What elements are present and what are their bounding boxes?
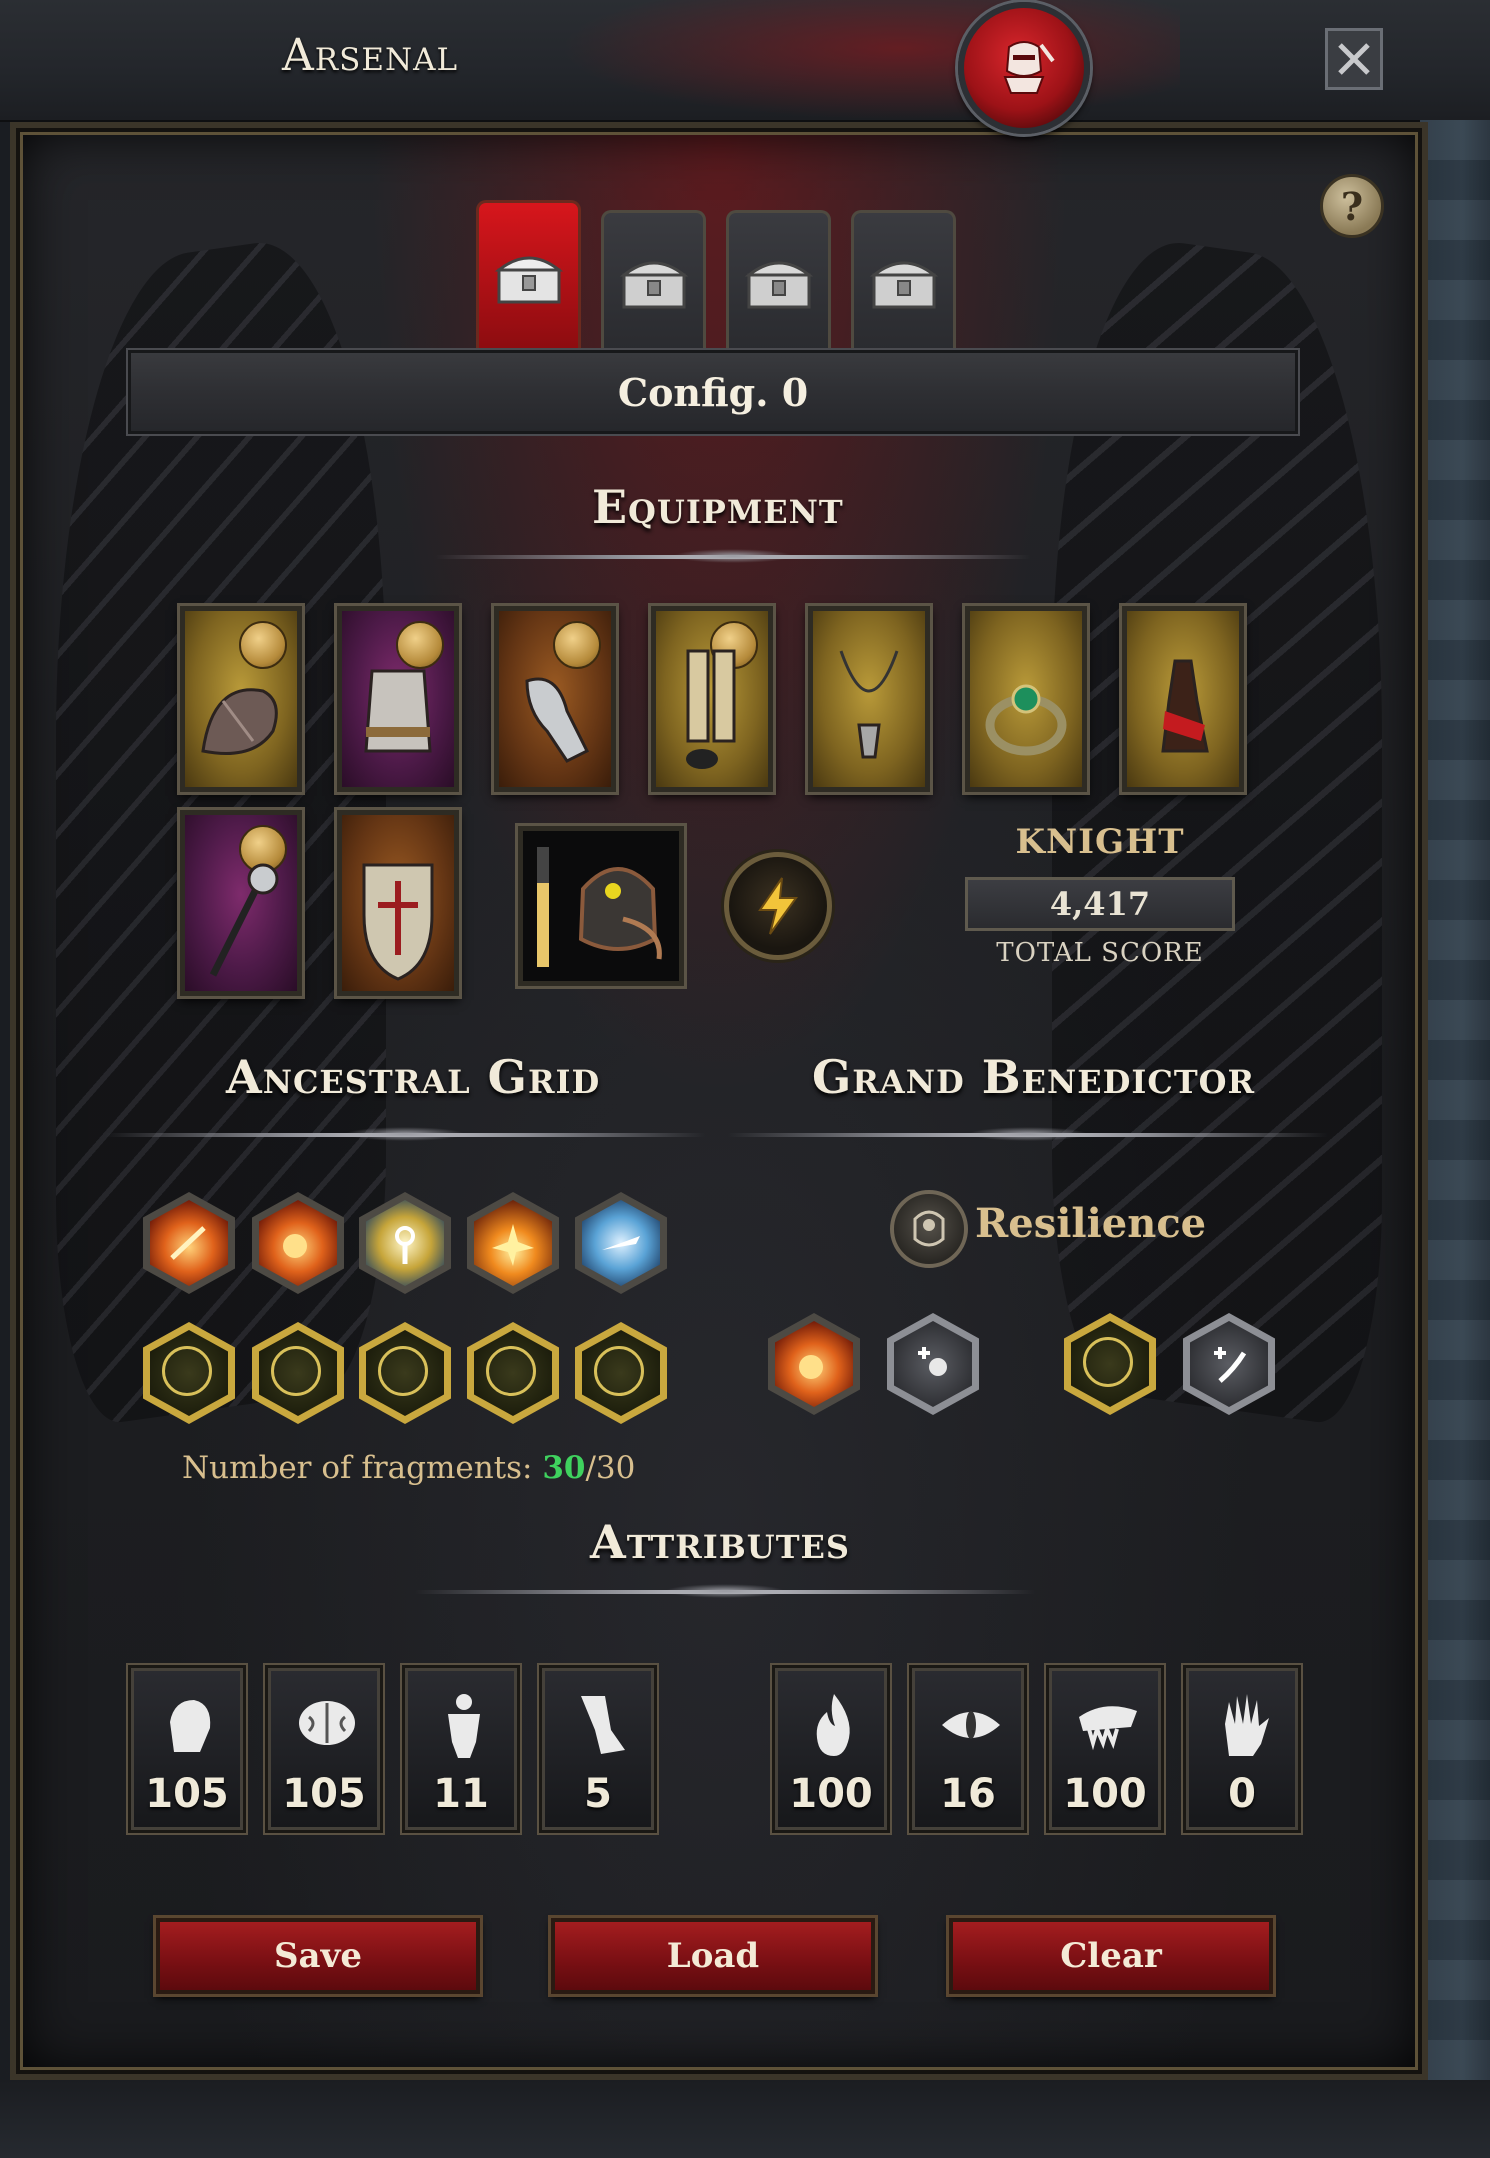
ring-icon — [985, 684, 1067, 756]
config-tab-3[interactable] — [726, 210, 831, 350]
fragments-counter: Number of fragments: 30/30 — [182, 1450, 635, 1486]
necklace-icon — [839, 650, 899, 759]
flame-icon — [816, 1694, 850, 1756]
config-name: Config. 0 — [617, 369, 809, 415]
stone-wall-border — [1420, 120, 1490, 2080]
window-title: Arsenal — [282, 30, 459, 81]
class-name: KNIGHT — [1015, 822, 1185, 862]
attribute-agility[interactable]: 5 — [542, 1668, 654, 1830]
knight-helmet-icon — [958, 2, 1090, 134]
attribute-value: 5 — [584, 1771, 612, 1817]
ancestral-grid-heading: Ancestral Grid — [226, 1050, 601, 1104]
head-shield-icon[interactable] — [890, 1190, 968, 1268]
chest-icon — [494, 256, 563, 303]
fragments-max: /30 — [585, 1450, 636, 1486]
attribute-value: 100 — [789, 1771, 873, 1817]
fragments-label: Number of fragments: — [182, 1450, 533, 1486]
attribute-dexterity[interactable]: 0 — [1186, 1668, 1298, 1830]
clear-button[interactable]: Clear — [949, 1918, 1273, 1994]
config-tab-2[interactable] — [601, 210, 706, 350]
config-name-bar[interactable]: Config. 0 — [128, 350, 1298, 434]
fire-slash-icon — [170, 1226, 206, 1260]
equipment-slot-gauntlets[interactable] — [494, 606, 616, 792]
attribute-intellect[interactable]: 105 — [268, 1668, 380, 1830]
chest-icon — [869, 261, 938, 308]
lightning-icon — [758, 877, 798, 935]
help-button[interactable]: ? — [1320, 174, 1384, 238]
chest-icon — [744, 261, 813, 308]
mace-icon — [209, 863, 279, 977]
leg-armor-icon — [686, 649, 736, 769]
belt-pouch-icon — [1161, 659, 1209, 753]
fangs-icon — [1079, 1706, 1137, 1751]
bottom-border — [0, 2080, 1490, 2158]
attribute-ferocity[interactable]: 100 — [1049, 1668, 1161, 1830]
equipment-slot-legs[interactable] — [651, 606, 773, 792]
fist-icon — [170, 1700, 211, 1752]
equipment-slot-belt[interactable] — [1122, 606, 1244, 792]
plus-figure-icon — [918, 1347, 947, 1376]
attribute-value: 100 — [1063, 1771, 1147, 1817]
attribute-perception[interactable]: 16 — [912, 1668, 1024, 1830]
attribute-strength[interactable]: 105 — [131, 1668, 243, 1830]
total-score-box: 4,417 — [965, 877, 1235, 931]
fireball-icon — [799, 1355, 823, 1379]
spirit-meter — [537, 847, 549, 967]
load-button[interactable]: Load — [551, 1918, 875, 1994]
equipment-slot-offhand[interactable] — [337, 810, 459, 996]
shield-icon — [362, 863, 434, 981]
grand-benedictor-heading: Grand Benedictor — [812, 1050, 1256, 1104]
grand-benedictor-divider — [728, 1127, 1328, 1141]
equipment-slot-chest[interactable] — [337, 606, 459, 792]
attribute-fire-resist[interactable]: 100 — [775, 1668, 887, 1830]
close-icon — [1338, 43, 1370, 75]
save-button[interactable]: Save — [156, 1918, 480, 1994]
attribute-value: 11 — [433, 1771, 489, 1817]
chest-armor-icon — [364, 669, 432, 753]
chest-icon — [619, 261, 688, 308]
attribute-vitality[interactable]: 11 — [405, 1668, 517, 1830]
fireball-icon — [283, 1234, 307, 1258]
shoulder-armor-icon — [201, 688, 278, 755]
equipment-heading: Equipment — [592, 480, 844, 534]
spirit-slot[interactable] — [518, 826, 684, 986]
attributes-heading: Attributes — [590, 1515, 851, 1569]
total-score-label: TOTAL SCORE — [996, 938, 1204, 968]
equipment-slot-shoulders[interactable] — [180, 606, 302, 792]
equipment-slot-ring[interactable] — [965, 606, 1087, 792]
holy-cross-icon — [395, 1226, 415, 1264]
total-score-value: 4,417 — [1049, 885, 1151, 923]
plus-claw-icon — [1214, 1347, 1247, 1383]
attribute-value: 0 — [1228, 1771, 1256, 1817]
power-orb-button[interactable] — [724, 852, 832, 960]
eye-icon — [942, 1711, 1000, 1739]
equipment-slot-weapon[interactable] — [180, 810, 302, 996]
fragments-current: 30 — [542, 1450, 586, 1486]
brain-icon — [299, 1701, 355, 1745]
explosion-icon — [492, 1224, 534, 1266]
ancestral-grid-divider — [105, 1127, 705, 1141]
attributes-divider — [415, 1584, 1035, 1598]
gauntlets-icon — [525, 677, 590, 763]
config-tab-4[interactable] — [851, 210, 956, 350]
ice-blade-icon — [602, 1236, 640, 1250]
attribute-value: 105 — [282, 1771, 366, 1817]
title-bar — [0, 0, 1490, 122]
config-tab-1[interactable] — [476, 200, 581, 350]
helmet-spirit-icon — [578, 867, 662, 960]
body-icon — [448, 1694, 480, 1758]
blessing-name: Resilience — [975, 1200, 1207, 1247]
attribute-value: 16 — [940, 1771, 996, 1817]
attribute-value: 105 — [145, 1771, 229, 1817]
equipment-slot-necklace[interactable] — [808, 606, 930, 792]
equipment-divider — [435, 549, 1030, 563]
leg-icon — [581, 1696, 625, 1754]
hand-icon — [1225, 1694, 1269, 1756]
close-button[interactable] — [1325, 28, 1383, 90]
